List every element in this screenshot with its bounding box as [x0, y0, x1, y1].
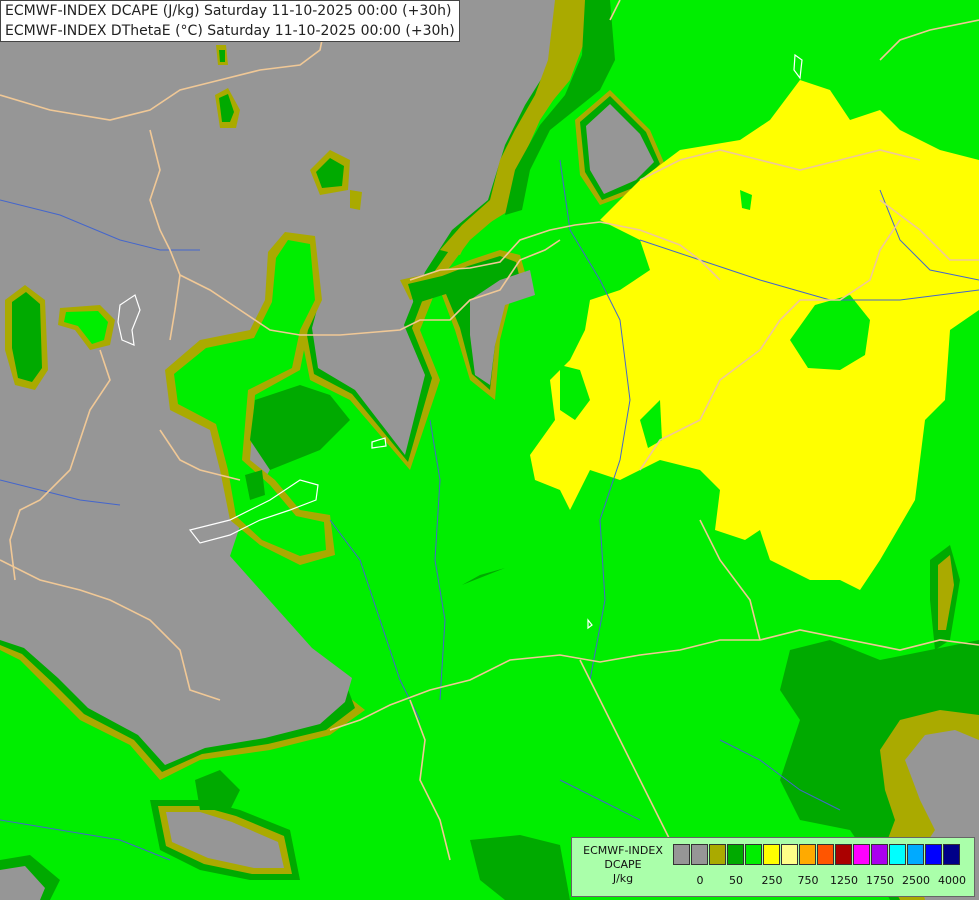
legend-swatch	[853, 844, 870, 865]
legend-tick-label: 4000	[938, 874, 966, 887]
legend-swatch	[781, 844, 798, 865]
map-title-box: ECMWF-INDEX DCAPE (J/kg) Saturday 11-10-…	[0, 0, 460, 42]
legend-tick-label: 250	[761, 874, 783, 887]
legend-ticks: 0 50 250 750 1250 1750 2500 4000	[673, 874, 973, 888]
color-legend: ECMWF-INDEX DCAPE J/kg 0 50 250 750 1250 1750…	[571, 837, 975, 897]
legend-swatches	[673, 844, 961, 867]
legend-swatch	[727, 844, 744, 865]
legend-swatch	[925, 844, 942, 865]
legend-swatch	[889, 844, 906, 865]
legend-tick-label: 0	[696, 874, 704, 887]
dcape-map	[0, 0, 979, 900]
legend-swatch	[907, 844, 924, 865]
legend-tick-label: 2500	[902, 874, 930, 887]
legend-tick-label: 1250	[830, 874, 858, 887]
legend-swatch	[835, 844, 852, 865]
legend-swatch	[763, 844, 780, 865]
legend-swatch	[943, 844, 960, 865]
legend-parameter: DCAPE	[604, 858, 642, 871]
legend-swatch	[871, 844, 888, 865]
title-line-dthetae: ECMWF-INDEX DThetaE (°C) Saturday 11-10-…	[5, 23, 455, 39]
legend-tick-label: 50	[729, 874, 743, 887]
legend-swatch	[799, 844, 816, 865]
legend-swatch	[691, 844, 708, 865]
legend-swatch	[709, 844, 726, 865]
legend-tick-label: 750	[797, 874, 819, 887]
legend-swatch	[817, 844, 834, 865]
legend-swatch	[673, 844, 690, 865]
legend-swatch	[745, 844, 762, 865]
legend-tick-label: 1750	[866, 874, 894, 887]
legend-title: ECMWF-INDEX DCAPE J/kg	[576, 844, 670, 886]
legend-unit: J/kg	[612, 872, 634, 885]
title-line-dcape: ECMWF-INDEX DCAPE (J/kg) Saturday 11-10-…	[5, 3, 452, 19]
legend-model: ECMWF-INDEX	[583, 844, 663, 857]
